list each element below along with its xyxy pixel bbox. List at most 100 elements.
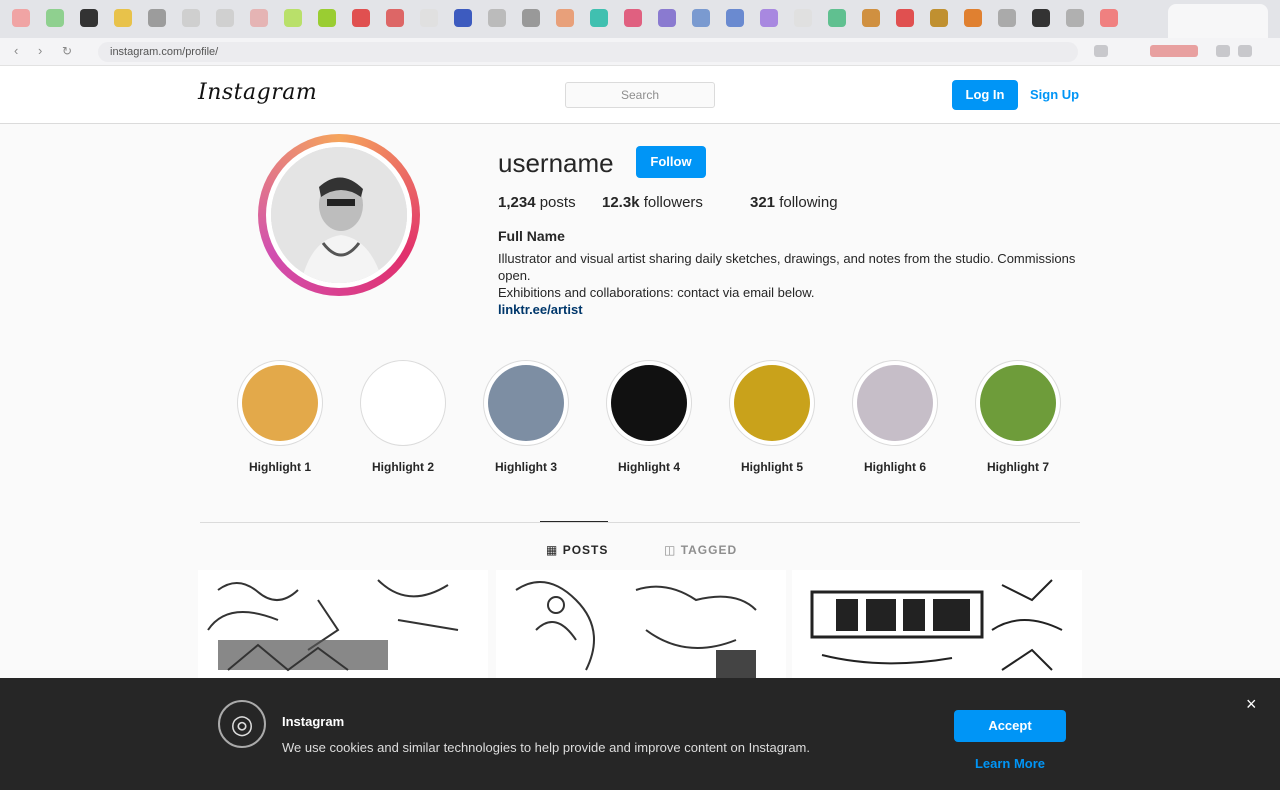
follow-button[interactable]: Follow [636, 146, 706, 178]
highlight-item[interactable]: Highlight 4 [599, 360, 699, 474]
highlight-item[interactable]: Highlight 1 [230, 360, 330, 474]
stat-value: 321 [750, 194, 776, 211]
browser-tab-favicon-icon[interactable] [828, 9, 846, 27]
browser-tab-favicon-icon[interactable] [658, 9, 676, 27]
browser-tab-favicon-icon[interactable] [114, 9, 132, 27]
tabs-divider [200, 522, 1080, 523]
highlight-ring [606, 360, 692, 446]
highlight-ring [975, 360, 1061, 446]
stat-label: following [779, 194, 838, 211]
reload-icon[interactable]: ↻ [62, 44, 76, 58]
browser-tab-favicon-icon[interactable] [80, 9, 98, 27]
close-icon[interactable]: × [1246, 694, 1257, 715]
highlight-ring [729, 360, 815, 446]
browser-tab-favicon-icon[interactable] [318, 9, 336, 27]
search-input[interactable]: Search [565, 82, 715, 108]
highlight-label: Highlight 1 [249, 460, 311, 474]
signup-link[interactable]: Sign Up [1030, 80, 1079, 110]
highlight-item[interactable]: Highlight 7 [968, 360, 1068, 474]
browser-tab-favicon-icon[interactable] [726, 9, 744, 27]
browser-tab-favicon-icon[interactable] [352, 9, 370, 27]
browser-tab-favicon-icon[interactable] [692, 9, 710, 27]
profile-username: username [498, 148, 614, 178]
url-bar[interactable]: instagram.com/profile/ [98, 42, 1078, 62]
tag-icon: ◫ [664, 543, 677, 557]
active-browser-tab[interactable] [1168, 4, 1268, 38]
highlight-item[interactable]: Highlight 5 [722, 360, 822, 474]
highlight-cover [734, 365, 810, 441]
browser-tab-favicon-icon[interactable] [998, 9, 1016, 27]
browser-tab-favicon-icon[interactable] [488, 9, 506, 27]
highlight-cover [611, 365, 687, 441]
browser-tab-favicon-icon[interactable] [454, 9, 472, 27]
highlight-cover [488, 365, 564, 441]
extension-icon[interactable] [1094, 45, 1108, 57]
post-thumbnail[interactable] [496, 570, 786, 690]
browser-tab-strip [0, 0, 1280, 38]
profile-icon[interactable] [1216, 45, 1230, 57]
accept-button[interactable]: Accept [954, 710, 1066, 742]
cookie-banner: ◎ Instagram We use cookies and similar t… [0, 678, 1280, 790]
bio-line: Illustrator and visual artist sharing da… [498, 251, 1076, 283]
stat-label: followers [643, 194, 703, 211]
browser-tab-favicon-icon[interactable] [216, 9, 234, 27]
highlight-cover [857, 365, 933, 441]
browser-tab-favicon-icon[interactable] [284, 9, 302, 27]
stat-value: 12.3k [602, 194, 640, 211]
stat-posts: 1,234 posts [498, 194, 576, 211]
highlight-ring [360, 360, 446, 446]
stat-following[interactable]: 321 following [750, 194, 838, 211]
avatar-photo [271, 147, 407, 283]
grid-icon: ▦ [546, 543, 559, 557]
browser-tab-favicon-icon[interactable] [12, 9, 30, 27]
banner-title: Instagram [282, 714, 345, 729]
bio-line: Exhibitions and collaborations: contact … [498, 285, 815, 300]
avatar[interactable] [266, 142, 412, 288]
highlight-label: Highlight 3 [495, 460, 557, 474]
stat-followers[interactable]: 12.3k followers [602, 194, 703, 211]
learn-more-link[interactable]: Learn More [954, 756, 1066, 771]
instagram-logo[interactable]: Instagram [198, 80, 317, 105]
login-button[interactable]: Log In [952, 80, 1018, 110]
tab-tagged[interactable]: ◫ TAGGED [664, 543, 737, 557]
browser-tab-favicon-icon[interactable] [420, 9, 438, 27]
browser-tab-favicon-icon[interactable] [1100, 9, 1118, 27]
browser-tab-favicon-icon[interactable] [46, 9, 64, 27]
browser-tab-favicon-icon[interactable] [624, 9, 642, 27]
browser-tab-favicon-icon[interactable] [556, 9, 574, 27]
tab-posts[interactable]: ▦ POSTS [546, 543, 608, 557]
browser-tab-favicon-icon[interactable] [1066, 9, 1084, 27]
browser-toolbar: ‹ › ↻ instagram.com/profile/ [0, 38, 1280, 66]
post-thumbnail[interactable] [198, 570, 488, 690]
highlight-item[interactable]: Highlight 3 [476, 360, 576, 474]
browser-tab-favicon-icon[interactable] [250, 9, 268, 27]
highlight-ring [483, 360, 569, 446]
browser-tab-favicon-icon[interactable] [522, 9, 540, 27]
browser-tab-favicon-icon[interactable] [964, 9, 982, 27]
browser-tab-favicon-icon[interactable] [386, 9, 404, 27]
site-header: Instagram Search Log In Sign Up [0, 66, 1280, 124]
post-thumbnail[interactable] [792, 570, 1082, 690]
highlight-cover [242, 365, 318, 441]
browser-tab-favicon-icon[interactable] [182, 9, 200, 27]
browser-tab-favicon-icon[interactable] [794, 9, 812, 27]
browser-tab-favicon-icon[interactable] [896, 9, 914, 27]
browser-tab-favicon-icon[interactable] [590, 9, 608, 27]
browser-tab-favicon-icon[interactable] [862, 9, 880, 27]
browser-tab-favicon-icon[interactable] [148, 9, 166, 27]
profile-link[interactable]: linktr.ee/artist [498, 302, 583, 317]
highlight-cover [980, 365, 1056, 441]
highlight-ring [852, 360, 938, 446]
highlight-item[interactable]: Highlight 6 [845, 360, 945, 474]
back-icon[interactable]: ‹ [14, 44, 28, 58]
menu-icon[interactable] [1238, 45, 1252, 57]
forward-icon[interactable]: › [38, 44, 52, 58]
extension-icon[interactable] [1150, 45, 1198, 57]
stat-label: posts [539, 194, 576, 211]
browser-tab-favicon-icon[interactable] [930, 9, 948, 27]
highlight-ring [237, 360, 323, 446]
browser-tab-favicon-icon[interactable] [760, 9, 778, 27]
highlight-item[interactable]: Highlight 2 [353, 360, 453, 474]
browser-tab-favicon-icon[interactable] [1032, 9, 1050, 27]
banner-text: We use cookies and similar technologies … [282, 740, 810, 755]
